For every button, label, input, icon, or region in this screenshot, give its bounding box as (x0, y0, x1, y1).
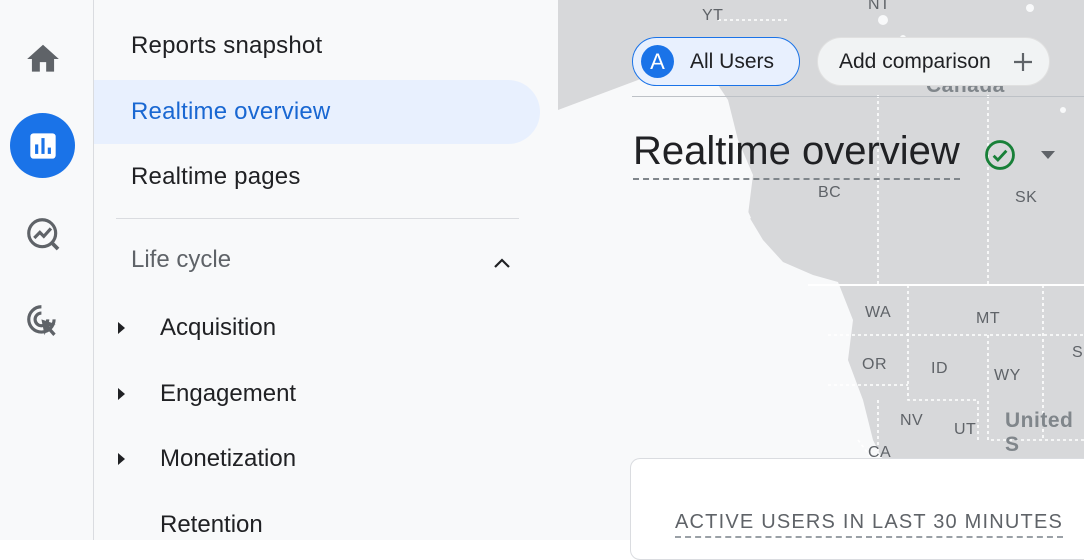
nav-item-label: Realtime overview (131, 98, 331, 125)
map-label: NV (900, 412, 924, 429)
nav-item-retention[interactable]: Retention (94, 497, 540, 553)
nav-item-label: Acquisition (160, 314, 277, 341)
expand-arrow-icon (118, 388, 125, 400)
add-comparison-label: Add comparison (839, 49, 991, 73)
map-label: ID (931, 360, 948, 377)
map-label: NT (868, 0, 891, 13)
section-life-cycle[interactable]: Life cycle (131, 246, 231, 274)
map-label: WA (865, 304, 892, 321)
active-users-card: ACTIVE USERS IN LAST 30 MINUTES (630, 458, 1084, 560)
nav-item-acquisition[interactable]: Acquisition (94, 300, 540, 356)
chevron-up-icon[interactable] (490, 252, 514, 276)
nav-item-realtime-pages[interactable]: Realtime pages (94, 145, 540, 209)
map-label: BC (818, 184, 842, 201)
map-label: S (1072, 344, 1084, 361)
expand-arrow-icon (118, 322, 125, 334)
map-label: YT (702, 7, 724, 24)
nav-item-label: Retention (160, 511, 263, 538)
map-label: WY (994, 367, 1021, 384)
nav-item-monetization[interactable]: Monetization (94, 431, 540, 487)
icon-rail (0, 0, 94, 540)
nav-item-realtime-overview[interactable]: Realtime overview (94, 80, 540, 144)
nav-item-engagement[interactable]: Engagement (94, 366, 540, 422)
reports-icon[interactable] (10, 113, 75, 178)
nav-item-label: Reports snapshot (131, 32, 323, 59)
plus-icon (1014, 53, 1032, 71)
expand-arrow-icon (118, 453, 125, 465)
map-label: UT (954, 421, 977, 438)
segment-avatar: A (641, 45, 674, 78)
add-comparison-button[interactable]: Add comparison (817, 37, 1050, 86)
map-label: SK (1015, 189, 1038, 206)
nav-item-label: Monetization (160, 445, 297, 472)
map-label: MT (976, 310, 1001, 327)
nav-item-label: Engagement (160, 380, 297, 407)
map-label: United S (1005, 409, 1074, 456)
check-circle-icon[interactable] (983, 138, 1017, 172)
advertising-icon[interactable] (10, 288, 75, 353)
nav-item-reports-snapshot[interactable]: Reports snapshot (94, 14, 540, 78)
nav-divider (116, 218, 519, 219)
reports-nav: Reports snapshot Realtime overview Realt… (94, 0, 558, 540)
segment-label: All Users (690, 49, 775, 73)
page-title[interactable]: Realtime overview (633, 128, 960, 180)
header-divider (632, 96, 1084, 97)
card-title[interactable]: ACTIVE USERS IN LAST 30 MINUTES (675, 511, 1064, 538)
explore-icon[interactable] (10, 201, 75, 266)
nav-item-label: Realtime pages (131, 163, 301, 190)
home-icon[interactable] (10, 26, 75, 91)
caret-down-icon[interactable] (1038, 149, 1058, 161)
map-label: OR (862, 356, 887, 373)
all-users-chip[interactable]: A All Users (632, 37, 800, 86)
